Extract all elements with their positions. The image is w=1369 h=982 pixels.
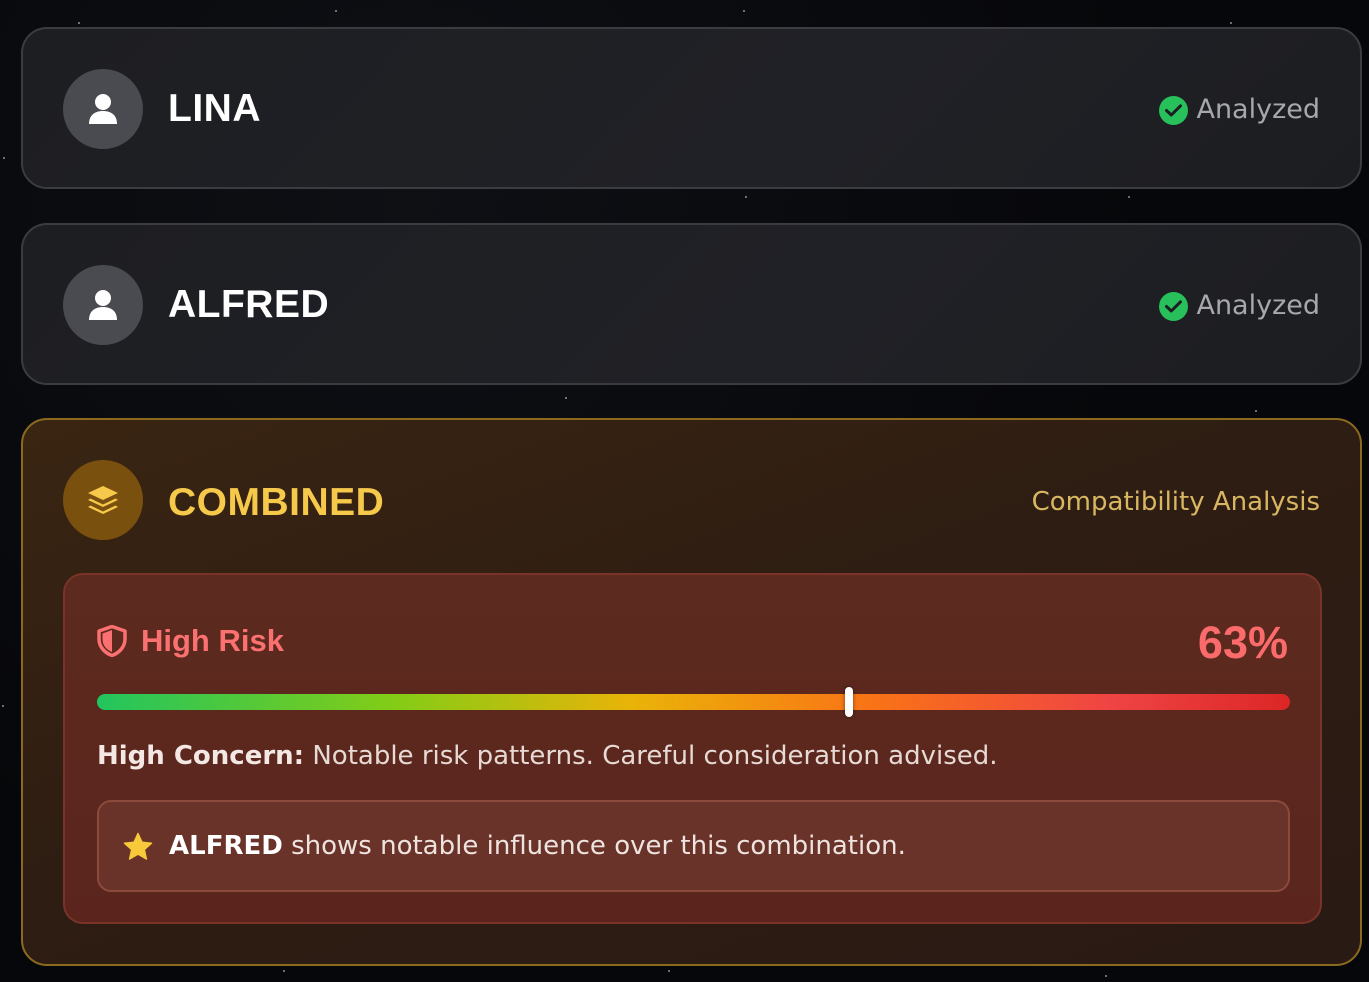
combined-card[interactable]: COMBINED Compatibility Analysis High Ris… bbox=[21, 418, 1362, 966]
status-text: Analyzed bbox=[1196, 290, 1320, 321]
person-name: LINA bbox=[168, 87, 261, 130]
risk-meter bbox=[97, 687, 1290, 717]
influence-description: shows notable influence over this combin… bbox=[282, 831, 906, 861]
influence-person: ALFRED bbox=[169, 831, 283, 861]
person-card-alfred[interactable]: ALFRED Analyzed bbox=[21, 223, 1362, 385]
risk-panel: High Risk 63% High Concern: Notable risk… bbox=[63, 573, 1322, 924]
avatar bbox=[63, 265, 143, 345]
status-badge: Analyzed bbox=[1159, 93, 1320, 127]
risk-percent: 63% bbox=[1197, 617, 1288, 668]
combined-avatar bbox=[63, 460, 143, 540]
person-card-lina[interactable]: LINA Analyzed bbox=[21, 27, 1362, 189]
shield-icon bbox=[97, 625, 127, 657]
person-name: ALFRED bbox=[168, 283, 330, 326]
influence-note: ALFRED shows notable influence over this… bbox=[97, 800, 1290, 892]
concern-text: Notable risk patterns. Careful considera… bbox=[304, 741, 998, 771]
influence-text: ALFRED shows notable influence over this… bbox=[169, 830, 906, 862]
status-text: Analyzed bbox=[1196, 94, 1320, 125]
risk-level-text: High Risk bbox=[141, 623, 284, 658]
star-icon bbox=[123, 832, 153, 860]
layers-icon bbox=[88, 486, 118, 514]
page: LINA Analyzed ALFRED Analyzed COMBINED C… bbox=[0, 0, 1369, 982]
combined-subtitle: Compatibility Analysis bbox=[1031, 487, 1320, 517]
check-circle-icon bbox=[1159, 291, 1189, 321]
combined-title: COMBINED bbox=[168, 481, 385, 524]
avatar bbox=[63, 69, 143, 149]
risk-description: High Concern: Notable risk patterns. Car… bbox=[97, 740, 998, 772]
risk-label: High Risk bbox=[97, 622, 284, 660]
user-icon bbox=[89, 94, 117, 124]
user-icon bbox=[89, 290, 117, 320]
check-circle-icon bbox=[1159, 95, 1189, 125]
concern-label: High Concern: bbox=[97, 741, 305, 771]
risk-meter-marker bbox=[844, 687, 853, 717]
status-badge: Analyzed bbox=[1159, 289, 1320, 323]
